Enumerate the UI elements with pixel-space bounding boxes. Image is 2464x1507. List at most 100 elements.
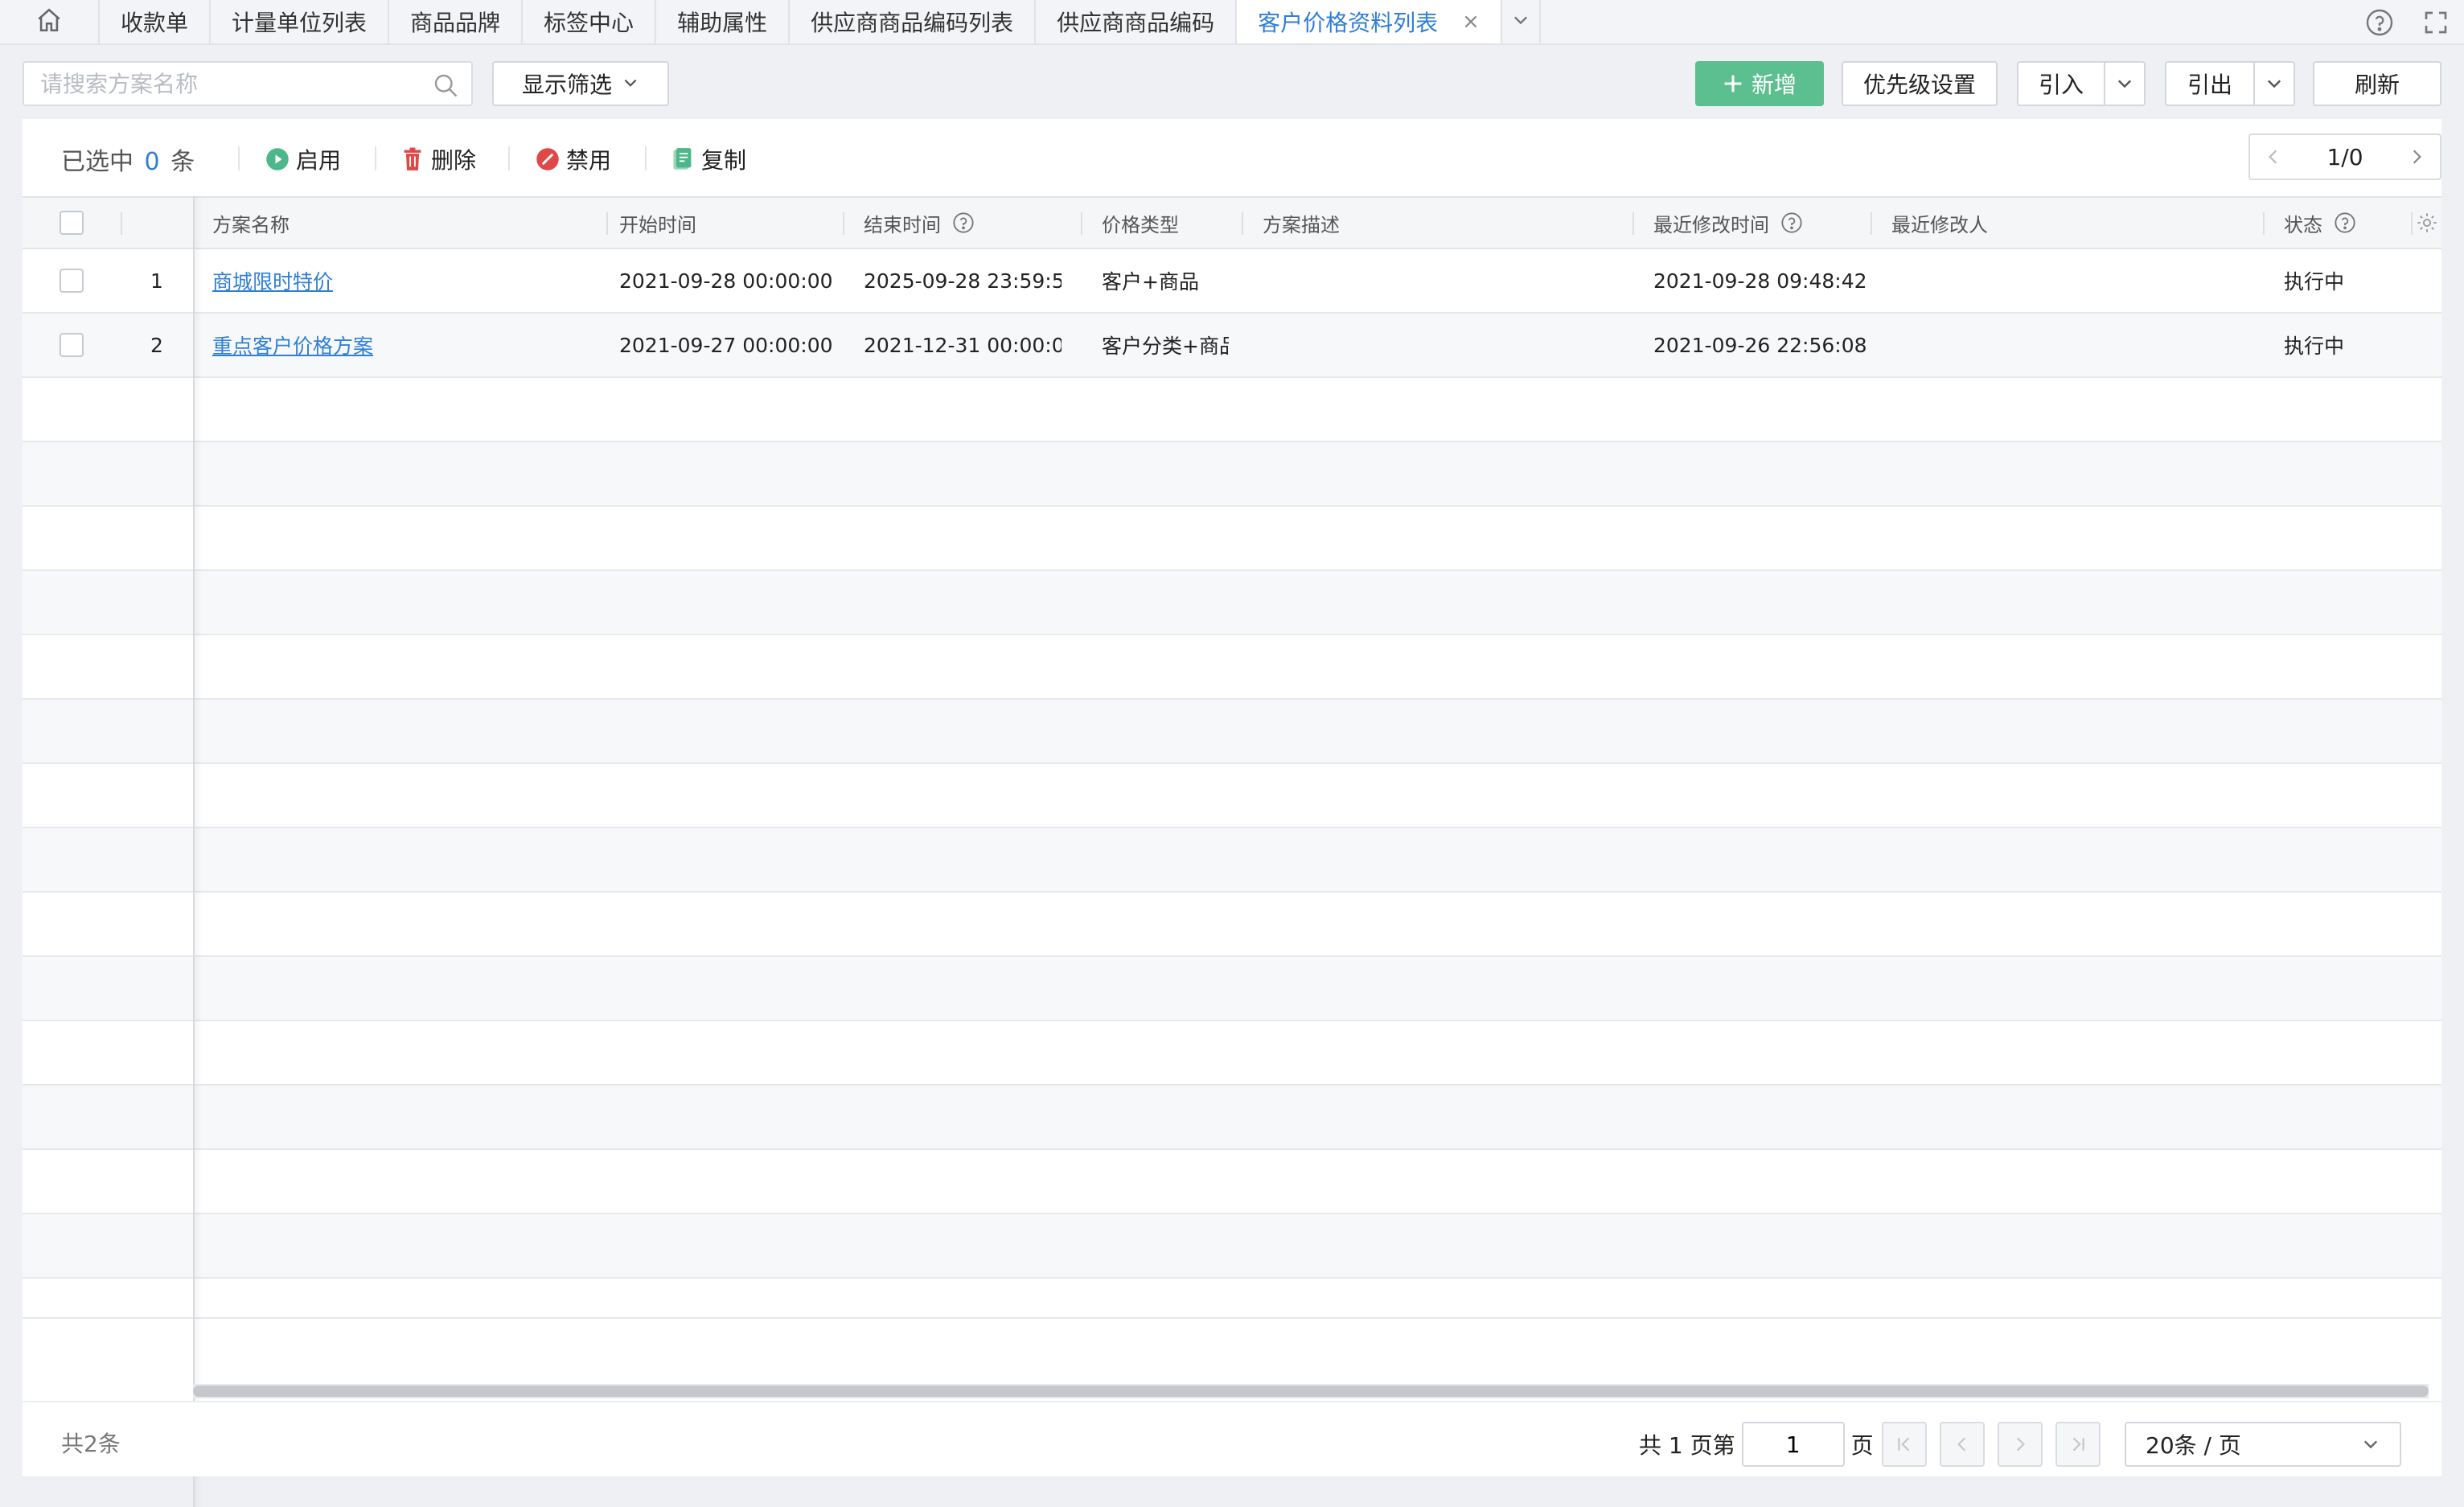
disable-label: 禁用 (566, 147, 612, 174)
plus-icon (1723, 73, 1743, 94)
page-size-select[interactable]: 20条 / 页 (2125, 1422, 2401, 1467)
import-button[interactable]: 引入 (2017, 61, 2105, 106)
tab-more-button[interactable] (1502, 0, 1542, 43)
search-input[interactable] (39, 63, 425, 105)
action-bar: 已选中 0 条 启用 删除 禁用 复制 1/0 (23, 119, 2441, 196)
tab-label: 客户价格资料列表 (1258, 10, 1439, 36)
page-suffix: 页 (1850, 1432, 1874, 1459)
priority-settings-button[interactable]: 优先级设置 (1842, 61, 1998, 106)
disable-button[interactable]: 禁用 (536, 143, 611, 175)
tab-supplier-code[interactable]: 供应商商品编码 (1036, 0, 1238, 43)
tab-brand[interactable]: 商品品牌 (389, 0, 524, 43)
select-all-checkbox[interactable] (60, 211, 84, 235)
price-type: 客户分类+商品 (1102, 335, 1229, 358)
enable-label: 启用 (296, 147, 342, 174)
divider (238, 146, 240, 170)
empty-row (23, 442, 2441, 507)
copy-button[interactable]: 复制 (671, 143, 746, 175)
refresh-button[interactable]: 刷新 (2313, 61, 2441, 106)
trash-icon (400, 147, 425, 171)
total-count: 共2条 (61, 1431, 121, 1457)
last-page-button[interactable] (2055, 1422, 2101, 1467)
filter-toggle-button[interactable]: 显示筛选 (492, 61, 669, 106)
plan-description (1243, 314, 1629, 376)
column-header-price-type[interactable]: 价格类型 (1082, 198, 1243, 248)
page-size-value: 20条 / 页 (2146, 1432, 2241, 1459)
add-button-label: 新增 (1751, 72, 1797, 98)
top-pager-text: 1/0 (2326, 143, 2363, 170)
import-label: 引入 (2038, 72, 2084, 98)
import-menu-button[interactable] (2104, 61, 2146, 106)
column-header-status[interactable]: 状态 (2265, 198, 2413, 248)
ban-icon (536, 147, 560, 171)
page-number-input[interactable] (1741, 1422, 1845, 1467)
close-icon[interactable] (1462, 13, 1480, 31)
modifier (1872, 249, 2258, 312)
export-menu-button[interactable] (2253, 61, 2295, 106)
column-header-name[interactable]: 方案名称 (212, 198, 608, 248)
help-icon[interactable] (952, 211, 975, 234)
empty-row (23, 1021, 2441, 1086)
delete-button[interactable]: 删除 (400, 143, 476, 175)
plan-name-link[interactable]: 重点客户价格方案 (212, 331, 373, 359)
scrollbar-thumb[interactable] (193, 1386, 2429, 1397)
prev-page-button[interactable] (1940, 1422, 1985, 1467)
column-header-start[interactable]: 开始时间 (603, 198, 844, 248)
column-label: 价格类型 (1102, 213, 1179, 236)
column-header-end[interactable]: 结束时间 (844, 198, 1082, 248)
row-checkbox[interactable] (60, 333, 84, 357)
home-tab[interactable] (0, 0, 100, 43)
row-checkbox[interactable] (60, 269, 84, 293)
divider (645, 146, 647, 170)
help-icon[interactable] (1780, 211, 1803, 234)
column-header-modified[interactable]: 最近修改时间 (1634, 198, 1872, 248)
empty-row (23, 378, 2441, 442)
table-row[interactable]: 1 商城限时特价 2021-09-28 00:00:00 2025-09-28 … (23, 249, 2441, 314)
tab-unit-list[interactable]: 计量单位列表 (211, 0, 390, 43)
help-icon[interactable] (2351, 0, 2408, 45)
chevron-down-icon (2115, 74, 2134, 93)
price-type: 客户+商品 (1102, 270, 1199, 294)
main-panel: 已选中 0 条 启用 删除 禁用 复制 1/0 方案名称 开始时间 结束时间 价… (23, 119, 2441, 1507)
page-prefix: 共 1 页第 (1639, 1432, 1735, 1459)
fullscreen-icon[interactable] (2408, 0, 2464, 45)
tab-receipt[interactable]: 收款单 (100, 0, 211, 43)
selection-prefix: 已选中 (61, 148, 133, 176)
toolbar: 显示筛选 新增 优先级设置 引入 引出 刷新 (0, 45, 2464, 119)
export-button[interactable]: 引出 (2165, 61, 2255, 106)
column-label: 状态 (2284, 213, 2322, 236)
column-header-desc[interactable]: 方案描述 (1243, 198, 1634, 248)
selection-suffix: 条 (170, 148, 195, 176)
table-row[interactable]: 2 重点客户价格方案 2021-09-27 00:00:00 2021-12-3… (23, 314, 2441, 378)
next-page-button[interactable] (1998, 1422, 2043, 1467)
chevron-right-icon (2011, 1435, 2029, 1453)
horizontal-scrollbar[interactable] (193, 1384, 2429, 1398)
plan-name-link[interactable]: 商城限时特价 (212, 266, 333, 295)
fixed-column-divider (193, 196, 195, 1507)
search-icon[interactable] (431, 71, 460, 103)
data-table: 方案名称 开始时间 结束时间 价格类型 方案描述 最近修改时间 最近修改人 状态 (23, 196, 2441, 1319)
first-page-button[interactable] (1882, 1422, 1927, 1467)
empty-row (23, 571, 2441, 635)
empty-row (23, 893, 2441, 957)
tab-aux-attr[interactable]: 辅助属性 (656, 0, 791, 43)
tab-tag-center[interactable]: 标签中心 (523, 0, 657, 43)
end-time: 2025-09-28 23:59:59 (864, 269, 1062, 293)
column-settings-button[interactable] (2413, 198, 2441, 248)
tab-supplier-code-list[interactable]: 供应商商品编码列表 (790, 0, 1037, 43)
column-label: 结束时间 (864, 213, 941, 236)
enable-button[interactable]: 启用 (265, 143, 341, 175)
tab-customer-price-list[interactable]: 客户价格资料列表 (1237, 0, 1503, 43)
column-header-modifier[interactable]: 最近修改人 (1872, 198, 2265, 248)
chevron-down-icon (622, 71, 639, 97)
prev-page-icon[interactable] (2265, 148, 2282, 166)
refresh-label: 刷新 (2354, 72, 2400, 98)
next-page-icon[interactable] (2408, 148, 2425, 166)
table-header: 方案名称 开始时间 结束时间 价格类型 方案描述 最近修改时间 最近修改人 状态 (23, 196, 2441, 249)
empty-row (23, 700, 2441, 764)
home-icon (35, 6, 63, 37)
help-icon[interactable] (2334, 211, 2356, 234)
column-label: 方案名称 (212, 213, 290, 236)
add-button[interactable]: 新增 (1695, 61, 1824, 106)
empty-row (23, 1086, 2441, 1150)
